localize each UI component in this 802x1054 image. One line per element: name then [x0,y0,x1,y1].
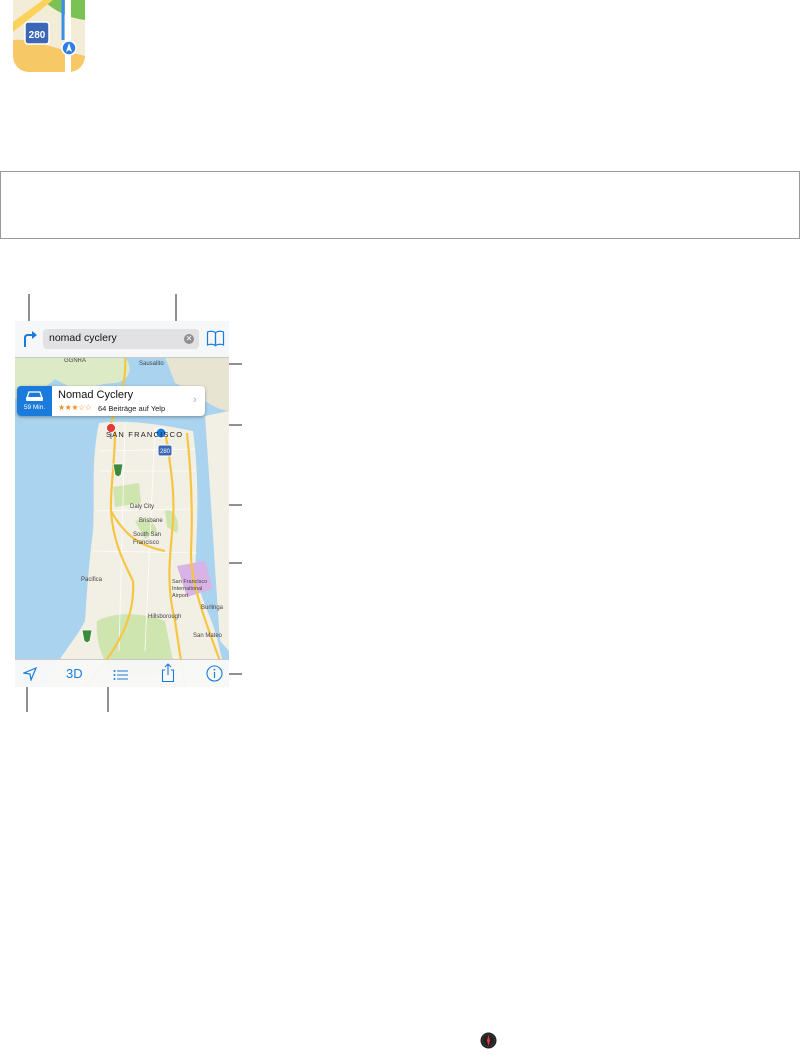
map-label-ggnra: GGNRA [64,358,87,364]
bookmarks-button[interactable] [206,330,225,347]
route-280-shield: 280 [160,449,171,455]
map-label-hillsborough: Hillsborough [148,614,182,620]
share-icon[interactable] [161,663,175,687]
map-label-city: SAN FRANCISCO [106,430,184,439]
map-label-pacifica: Pacifica [81,577,103,583]
location-arrow-icon[interactable] [21,666,38,686]
compass-icon [480,1032,497,1049]
search-bar-area: nomad cyclery ✕ [15,321,229,358]
directions-button[interactable] [21,329,39,349]
bottom-toolbar: 3D [15,659,229,687]
search-field[interactable]: nomad cyclery ✕ [43,329,199,349]
map-label-sausalito: Sausalito [139,361,164,367]
rating-stars: ★★★☆☆ [58,403,92,412]
map-label-san-mateo: San Mateo [193,633,223,639]
map-label-daly-city: Daly City [130,504,155,510]
search-input[interactable]: nomad cyclery [49,332,117,344]
directions-arrow-icon [24,331,37,347]
3d-button[interactable]: 3D [66,666,83,681]
place-callout[interactable]: 59 Min. Nomad Cyclery ★★★☆☆ 64 Beiträge … [17,386,205,416]
map-label-brisbane: Brisbane [139,518,163,524]
place-title: Nomad Cyclery [58,389,134,401]
chevron-right-icon[interactable]: › [193,394,197,406]
drive-time-label: 59 Min. [23,404,46,411]
drive-time-button[interactable]: 59 Min. [17,386,52,416]
review-count: 64 Beiträge auf Yelp [98,404,166,413]
map-label-burlingame: Burlinga [201,605,224,611]
map-label-south-sf: South San Francisco [133,532,162,546]
map-label-sfo: San Francisco International Airport [172,579,208,599]
clear-icon[interactable]: ✕ [184,334,194,344]
list-icon[interactable] [113,668,129,686]
book-icon [206,330,225,347]
maps-screen: 280 GGNRA Sausalito SAN FRANCISCO Daly C… [15,321,229,687]
car-icon [26,391,43,401]
info-icon[interactable] [206,665,223,687]
